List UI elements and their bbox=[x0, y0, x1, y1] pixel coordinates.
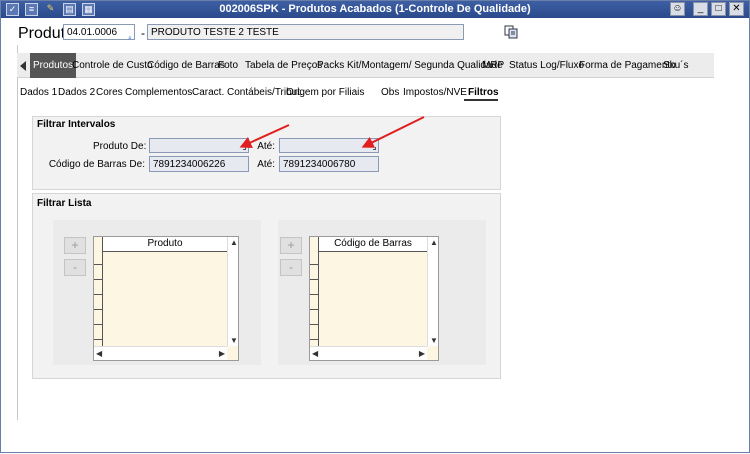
tab-status-log[interactable]: Status Log/Fluxo bbox=[509, 53, 584, 78]
produto-horizontal-scrollbar[interactable]: ◀ ▶ bbox=[94, 346, 227, 360]
produto-row-gutter bbox=[94, 237, 103, 346]
active-subtab-indicator bbox=[464, 99, 498, 101]
barras-remove-button[interactable]: - bbox=[280, 259, 302, 276]
produto-de-input[interactable] bbox=[149, 138, 249, 153]
produto-de-lookup-icon[interactable] bbox=[243, 147, 246, 150]
barras-ate-input[interactable]: 7891234006780 bbox=[279, 156, 379, 172]
scroll-right-icon[interactable]: ▶ bbox=[419, 349, 425, 358]
barras-list[interactable]: Código de Barras ▲ ▼ ◀ ▶ bbox=[309, 236, 439, 361]
barras-de-label: Código de Barras De: bbox=[48, 159, 145, 170]
produto-add-button[interactable]: + bbox=[64, 237, 86, 254]
left-divider bbox=[17, 45, 18, 420]
produto-remove-button[interactable]: - bbox=[64, 259, 86, 276]
barras-column-header[interactable]: Código de Barras bbox=[319, 237, 427, 252]
filtrar-intervalos-title: Filtrar Intervalos bbox=[37, 119, 116, 130]
tab-mrp[interactable]: MRP bbox=[482, 53, 504, 78]
barras-row-gutter bbox=[310, 237, 319, 346]
scroll-up-icon[interactable]: ▲ bbox=[430, 238, 438, 247]
window-title: 002006SPK - Produtos Acabados (1-Control… bbox=[219, 3, 531, 15]
tab-packs[interactable]: Packs bbox=[317, 53, 344, 78]
produto-list[interactable]: Produto ▲ ▼ ◀ ▶ bbox=[93, 236, 239, 361]
produto-code-value: 04.01.0006 bbox=[67, 27, 118, 38]
produto-column-header[interactable]: Produto bbox=[103, 237, 227, 252]
produto-ate-input[interactable] bbox=[279, 138, 379, 153]
filtrar-lista-title: Filtrar Lista bbox=[37, 198, 92, 209]
maximize-button[interactable]: □ bbox=[711, 2, 726, 16]
scroll-down-icon[interactable]: ▼ bbox=[230, 336, 238, 345]
scroll-down-icon[interactable]: ▼ bbox=[430, 336, 438, 345]
tab-foto[interactable]: Foto bbox=[218, 53, 238, 78]
scroll-left-icon[interactable]: ◀ bbox=[312, 349, 318, 358]
scroll-left-icon[interactable]: ◀ bbox=[96, 349, 102, 358]
copy-icon[interactable] bbox=[504, 25, 518, 39]
produto-ate-label: Até: bbox=[257, 141, 275, 152]
barras-de-value: 7891234006226 bbox=[153, 159, 226, 170]
main-window: ✓ ≡ ✎ ▤ ▦ 002006SPK - Produtos Acabados … bbox=[0, 0, 750, 453]
tab-bar: Produtos Controle de Custo Código de Bar… bbox=[17, 53, 714, 78]
barras-ate-value: 7891234006780 bbox=[283, 159, 356, 170]
scroll-up-icon[interactable]: ▲ bbox=[230, 238, 238, 247]
title-bar: ✓ ≡ ✎ ▤ ▦ 002006SPK - Produtos Acabados … bbox=[1, 1, 749, 18]
tab-codigo-de-barras[interactable]: Código de Barras bbox=[147, 53, 225, 78]
barras-ate-label: Até: bbox=[257, 159, 275, 170]
produto-de-label: Produto De: bbox=[93, 141, 147, 152]
subtab-filtros[interactable]: Filtros bbox=[468, 87, 499, 98]
produto-name-value: PRODUTO TESTE 2 TESTE bbox=[151, 27, 279, 38]
subtab-complementos[interactable]: Complementos bbox=[125, 87, 192, 98]
subtab-impostos-nve[interactable]: Impostos/NVE bbox=[403, 87, 467, 98]
barras-list-group: + - Código de Barras ▲ ▼ ◀ ▶ bbox=[278, 220, 486, 365]
subtab-origem-por-filiais[interactable]: Origem por Filiais bbox=[286, 87, 364, 98]
subtab-cores[interactable]: Cores bbox=[96, 87, 123, 98]
produto-vertical-scrollbar[interactable]: ▲ ▼ bbox=[227, 237, 238, 346]
minimize-button[interactable]: _ bbox=[693, 2, 708, 16]
tab-tabela-de-precos[interactable]: Tabela de Preços bbox=[245, 53, 322, 78]
produto-code-input[interactable]: 04.01.0006 bbox=[63, 24, 135, 40]
header-separator: - bbox=[141, 26, 145, 40]
tab-kit-montagem[interactable]: Kit/Montagem/ Segunda Qualidade bbox=[347, 53, 503, 78]
subtab-dados-1[interactable]: Dados 1 bbox=[20, 87, 57, 98]
barras-de-input[interactable]: 7891234006226 bbox=[149, 156, 249, 172]
produto-ate-lookup-icon[interactable] bbox=[373, 147, 376, 150]
tab-skus[interactable]: Sku´s bbox=[663, 53, 689, 78]
barras-vertical-scrollbar[interactable]: ▲ ▼ bbox=[427, 237, 438, 346]
close-button[interactable]: ✕ bbox=[729, 2, 744, 16]
lookup-icon[interactable]: ⌕ bbox=[128, 35, 132, 43]
subtab-dados-2[interactable]: Dados 2 bbox=[58, 87, 95, 98]
tab-produtos[interactable]: Produtos bbox=[30, 53, 77, 78]
subtab-obs[interactable]: Obs bbox=[381, 87, 399, 98]
barras-horizontal-scrollbar[interactable]: ◀ ▶ bbox=[310, 346, 427, 360]
produto-name-input: PRODUTO TESTE 2 TESTE bbox=[147, 24, 464, 40]
barras-add-button[interactable]: + bbox=[280, 237, 302, 254]
filtrar-intervalos-panel: Filtrar Intervalos Produto De: Até: Códi… bbox=[32, 116, 501, 190]
tab-forma-de-pagamento[interactable]: Forma de Pagamento bbox=[579, 53, 676, 78]
filtrar-lista-panel: Filtrar Lista + - Produto ▲ ▼ ◀ ▶ + - Có… bbox=[32, 193, 501, 379]
produto-list-group: + - Produto ▲ ▼ ◀ ▶ bbox=[53, 220, 261, 365]
tab-scroll-left-icon[interactable] bbox=[20, 61, 26, 71]
scroll-right-icon[interactable]: ▶ bbox=[219, 349, 225, 358]
user-icon[interactable]: ☺ bbox=[670, 2, 685, 16]
tab-controle-de-custo[interactable]: Controle de Custo bbox=[72, 53, 153, 78]
